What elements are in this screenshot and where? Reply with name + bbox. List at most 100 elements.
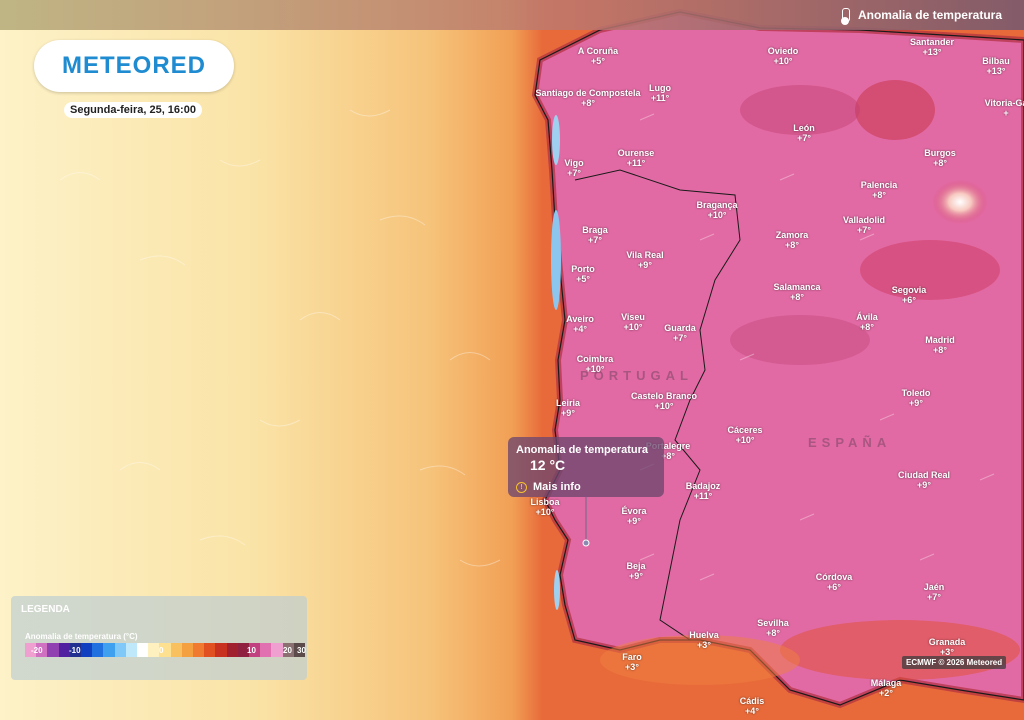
city-label[interactable]: Cáceres +10° — [727, 425, 762, 445]
city-label[interactable]: Castelo Branco +10° — [631, 391, 697, 411]
legend-color-swatch — [226, 643, 238, 657]
legend-color-swatch — [47, 643, 59, 657]
city-label[interactable]: Guarda +7° — [664, 323, 696, 343]
city-label[interactable]: Segovia +6° — [892, 285, 927, 305]
layer-title-text: Anomalia de temperatura — [857, 8, 1002, 22]
legend-color-swatch — [125, 643, 138, 657]
city-anomaly-value: +9° — [629, 571, 643, 581]
city-anomaly-value: + — [1003, 108, 1009, 118]
city-label[interactable]: Madrid +8° — [925, 335, 955, 355]
city-anomaly-value: +4° — [745, 706, 759, 716]
city-label[interactable]: Santander +13° — [910, 37, 954, 57]
city-anomaly-value: +8° — [790, 292, 804, 302]
city-label[interactable]: Vitoria-Ga + — [985, 98, 1024, 118]
city-label[interactable]: Bragança +10° — [696, 200, 737, 220]
city-name: Beja — [626, 561, 646, 571]
city-label[interactable]: Cádis +4° — [740, 696, 765, 716]
city-name: Toledo — [901, 388, 931, 398]
city-label[interactable]: Coimbra +10° — [577, 354, 614, 374]
city-label[interactable]: Faro +3° — [622, 652, 642, 672]
tooltip-value: 12 °C — [530, 457, 566, 473]
legend-scale-label: -10 — [69, 646, 81, 655]
city-label[interactable]: Valladolid +7° — [843, 215, 885, 235]
point-tooltip[interactable]: Anomalia de temperatura 12 °C ! Mais inf… — [508, 437, 664, 497]
city-name: Zamora — [775, 230, 809, 240]
city-name: Vila Real — [626, 250, 664, 260]
city-name: Córdova — [815, 572, 853, 582]
city-label[interactable]: Ávila +8° — [856, 312, 878, 332]
city-name: Bilbau — [982, 56, 1010, 66]
city-anomaly-value: +9° — [917, 480, 931, 490]
city-anomaly-value: +13° — [922, 47, 942, 57]
city-anomaly-value: +6° — [827, 582, 841, 592]
legend-scale-label: 20 — [283, 646, 292, 655]
layer-title[interactable]: Anomalia de temperatura — [840, 8, 1002, 25]
city-name: Viseu — [621, 312, 645, 322]
city-anomaly-value: +3° — [625, 662, 639, 672]
city-anomaly-value: +8° — [872, 190, 886, 200]
city-name: A Coruña — [577, 46, 619, 56]
city-label[interactable]: Vila Real +9° — [626, 250, 663, 270]
city-anomaly-value: +10° — [707, 210, 727, 220]
city-label[interactable]: Ourense +11° — [618, 148, 655, 168]
city-label[interactable]: Málaga +2° — [871, 678, 902, 698]
city-label[interactable]: Badajoz +11° — [686, 481, 721, 501]
city-name: Ourense — [617, 148, 655, 158]
city-anomaly-value: +5° — [591, 56, 605, 66]
meteored-logo[interactable]: METEORED — [34, 40, 234, 92]
city-anomaly-value: +7° — [673, 333, 687, 343]
city-label[interactable]: Leiria +9° — [556, 398, 580, 418]
city-label[interactable]: Oviedo +10° — [768, 46, 799, 66]
city-name: Valladolid — [842, 215, 886, 225]
city-label[interactable]: Vigo +7° — [564, 158, 583, 178]
city-label[interactable]: Huelva +3° — [689, 630, 719, 650]
more-info-link[interactable]: ! Mais info — [516, 481, 581, 493]
city-anomaly-value: +8° — [785, 240, 799, 250]
city-label[interactable]: A Coruña +5° — [578, 46, 618, 66]
city-label[interactable]: Sevilha +8° — [757, 618, 789, 638]
city-label[interactable]: Jaén +7° — [924, 582, 945, 602]
city-label[interactable]: Granada +3° — [929, 637, 966, 657]
city-name: Castelo Branco — [630, 391, 698, 401]
city-label[interactable]: Palencia +8° — [861, 180, 898, 200]
city-anomaly-value: +10° — [654, 401, 674, 411]
logo-text: METEORED — [61, 52, 206, 79]
city-label[interactable]: León +7° — [793, 123, 815, 143]
city-label[interactable]: Ciudad Real +9° — [898, 470, 950, 490]
city-name: Cádis — [739, 696, 765, 706]
city-label[interactable]: Porto +5° — [571, 264, 595, 284]
city-name: Granada — [928, 637, 966, 647]
city-label[interactable]: Toledo +9° — [902, 388, 931, 408]
city-name: Lisboa — [530, 497, 560, 507]
city-name: Huelva — [689, 630, 719, 640]
city-name: Salamanca — [773, 282, 821, 292]
city-label[interactable]: Santiago de Compostela +8° — [535, 88, 640, 108]
legend-subtitle: Anomalia de temperatura (°C) — [25, 632, 138, 641]
city-name: Ávila — [856, 312, 878, 322]
city-name: Cáceres — [727, 425, 763, 435]
city-label[interactable]: Córdova +6° — [816, 572, 853, 592]
city-label[interactable]: Viseu +10° — [621, 312, 645, 332]
city-label[interactable]: Burgos +8° — [924, 148, 956, 168]
legend-color-swatch — [271, 643, 283, 657]
legend-color-swatch — [103, 643, 115, 657]
city-label[interactable]: Bilbau +13° — [982, 56, 1010, 76]
city-anomaly-value: +8° — [933, 345, 947, 355]
city-anomaly-value: +3° — [697, 640, 711, 650]
city-label[interactable]: Braga +7° — [582, 225, 608, 245]
city-label[interactable]: Lugo +11° — [649, 83, 671, 103]
city-anomaly-value: +7° — [927, 592, 941, 602]
city-label[interactable]: Beja +9° — [626, 561, 645, 581]
city-anomaly-value: +11° — [693, 491, 713, 501]
city-label[interactable]: Salamanca +8° — [773, 282, 820, 302]
city-anomaly-value: +10° — [735, 435, 755, 445]
city-anomaly-value: +11° — [650, 93, 670, 103]
info-icon: ! — [516, 481, 527, 493]
city-label[interactable]: Zamora +8° — [776, 230, 809, 250]
city-label[interactable]: Évora +9° — [621, 506, 646, 526]
city-anomaly-value: +9° — [561, 408, 575, 418]
city-label[interactable]: Aveiro +4° — [566, 314, 594, 334]
legend-color-swatch — [148, 643, 160, 657]
legend-color-swatch — [215, 643, 227, 657]
city-label[interactable]: Lisboa +10° — [530, 497, 559, 517]
